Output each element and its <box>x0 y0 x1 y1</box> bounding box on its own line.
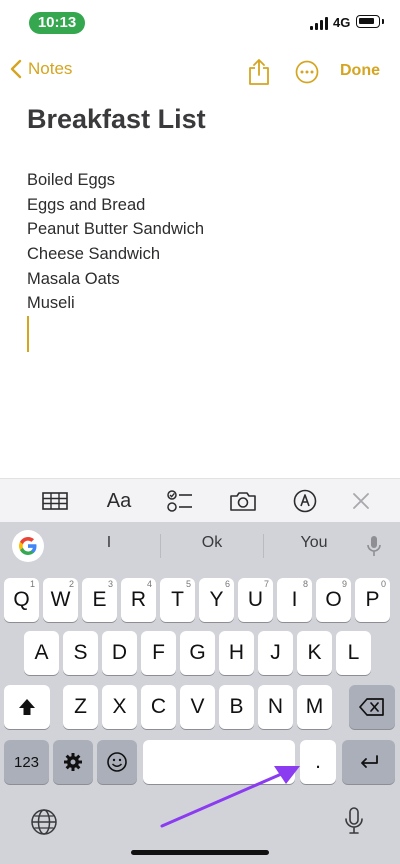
key-v[interactable]: V <box>180 685 215 729</box>
chevron-left-icon <box>10 59 22 79</box>
key-b[interactable]: B <box>219 685 254 729</box>
key-h[interactable]: H <box>219 631 254 675</box>
table-icon[interactable] <box>42 489 68 513</box>
navigation-bar: Notes Done <box>0 48 400 96</box>
close-icon[interactable] <box>352 489 370 513</box>
key-y[interactable]: 6Y <box>199 578 234 622</box>
note-line[interactable]: Museli <box>27 291 204 316</box>
key-c[interactable]: C <box>141 685 176 729</box>
done-button[interactable]: Done <box>340 62 380 80</box>
key-k[interactable]: K <box>297 631 332 675</box>
key-e[interactable]: 3E <box>82 578 117 622</box>
emoji-key[interactable] <box>97 740 137 784</box>
gear-icon <box>64 753 82 771</box>
share-icon[interactable] <box>246 58 272 86</box>
status-bar: 10:13 4G <box>0 0 400 44</box>
note-body[interactable]: Boiled Eggs Eggs and Bread Peanut Butter… <box>27 168 204 316</box>
text-format-button[interactable]: Aa <box>104 489 134 513</box>
suggestion-bar: I Ok You <box>0 522 400 568</box>
period-key[interactable]: . <box>300 740 336 784</box>
status-time: 10:13 <box>29 12 85 34</box>
formatting-toolbar: Aa <box>0 478 400 522</box>
key-g[interactable]: G <box>180 631 215 675</box>
key-u[interactable]: 7U <box>238 578 273 622</box>
suggestion-divider <box>160 534 161 558</box>
delete-key[interactable] <box>349 685 395 729</box>
return-key[interactable] <box>342 740 395 784</box>
network-type: 4G <box>333 15 351 30</box>
key-f[interactable]: F <box>141 631 176 675</box>
key-t[interactable]: 5T <box>160 578 195 622</box>
back-label: Notes <box>28 59 73 78</box>
note-line[interactable]: Boiled Eggs <box>27 168 204 193</box>
note-line[interactable]: Cheese Sandwich <box>27 242 204 267</box>
cellular-signal-icon <box>310 17 330 30</box>
key-n[interactable]: N <box>258 685 293 729</box>
voice-input-icon[interactable] <box>366 535 382 557</box>
numbers-key[interactable]: 123 <box>4 740 49 784</box>
key-r[interactable]: 4R <box>121 578 156 622</box>
more-options-icon[interactable] <box>295 60 319 84</box>
return-arrow-icon <box>360 755 378 768</box>
emoji-icon <box>107 752 127 772</box>
backspace-icon <box>359 698 384 716</box>
key-d[interactable]: D <box>102 631 137 675</box>
suggestion-item[interactable]: Ok <box>172 534 252 552</box>
suggestion-item[interactable]: You <box>274 534 354 552</box>
back-button[interactable]: Notes <box>10 59 72 79</box>
key-q[interactable]: 1Q <box>4 578 39 622</box>
shift-key[interactable] <box>4 685 50 729</box>
key-w[interactable]: 2W <box>43 578 78 622</box>
suggestion-divider <box>263 534 264 558</box>
key-a[interactable]: A <box>24 631 59 675</box>
note-line[interactable]: Peanut Butter Sandwich <box>27 217 204 242</box>
key-i[interactable]: 8I <box>277 578 312 622</box>
key-p[interactable]: 0P <box>355 578 390 622</box>
key-s[interactable]: S <box>63 631 98 675</box>
suggestion-item[interactable]: I <box>69 534 149 552</box>
note-line[interactable]: Masala Oats <box>27 267 204 292</box>
note-title[interactable]: Breakfast List <box>27 104 206 135</box>
key-z[interactable]: Z <box>63 685 98 729</box>
key-l[interactable]: L <box>336 631 371 675</box>
settings-key[interactable] <box>53 740 93 784</box>
checklist-icon[interactable] <box>167 489 193 513</box>
dictation-microphone-icon[interactable] <box>344 806 364 836</box>
markup-icon[interactable] <box>293 489 317 513</box>
google-logo-icon[interactable] <box>12 530 44 562</box>
battery-icon <box>356 15 384 28</box>
camera-icon[interactable] <box>229 489 257 513</box>
home-indicator <box>131 850 269 855</box>
key-j[interactable]: J <box>258 631 293 675</box>
text-cursor <box>27 316 29 352</box>
shift-arrow-icon <box>19 699 35 715</box>
key-m[interactable]: M <box>297 685 332 729</box>
note-line[interactable]: Eggs and Bread <box>27 193 204 218</box>
space-key[interactable] <box>143 740 295 784</box>
key-o[interactable]: 9O <box>316 578 351 622</box>
google-g-icon <box>19 537 37 555</box>
key-x[interactable]: X <box>102 685 137 729</box>
globe-icon[interactable] <box>30 808 58 836</box>
